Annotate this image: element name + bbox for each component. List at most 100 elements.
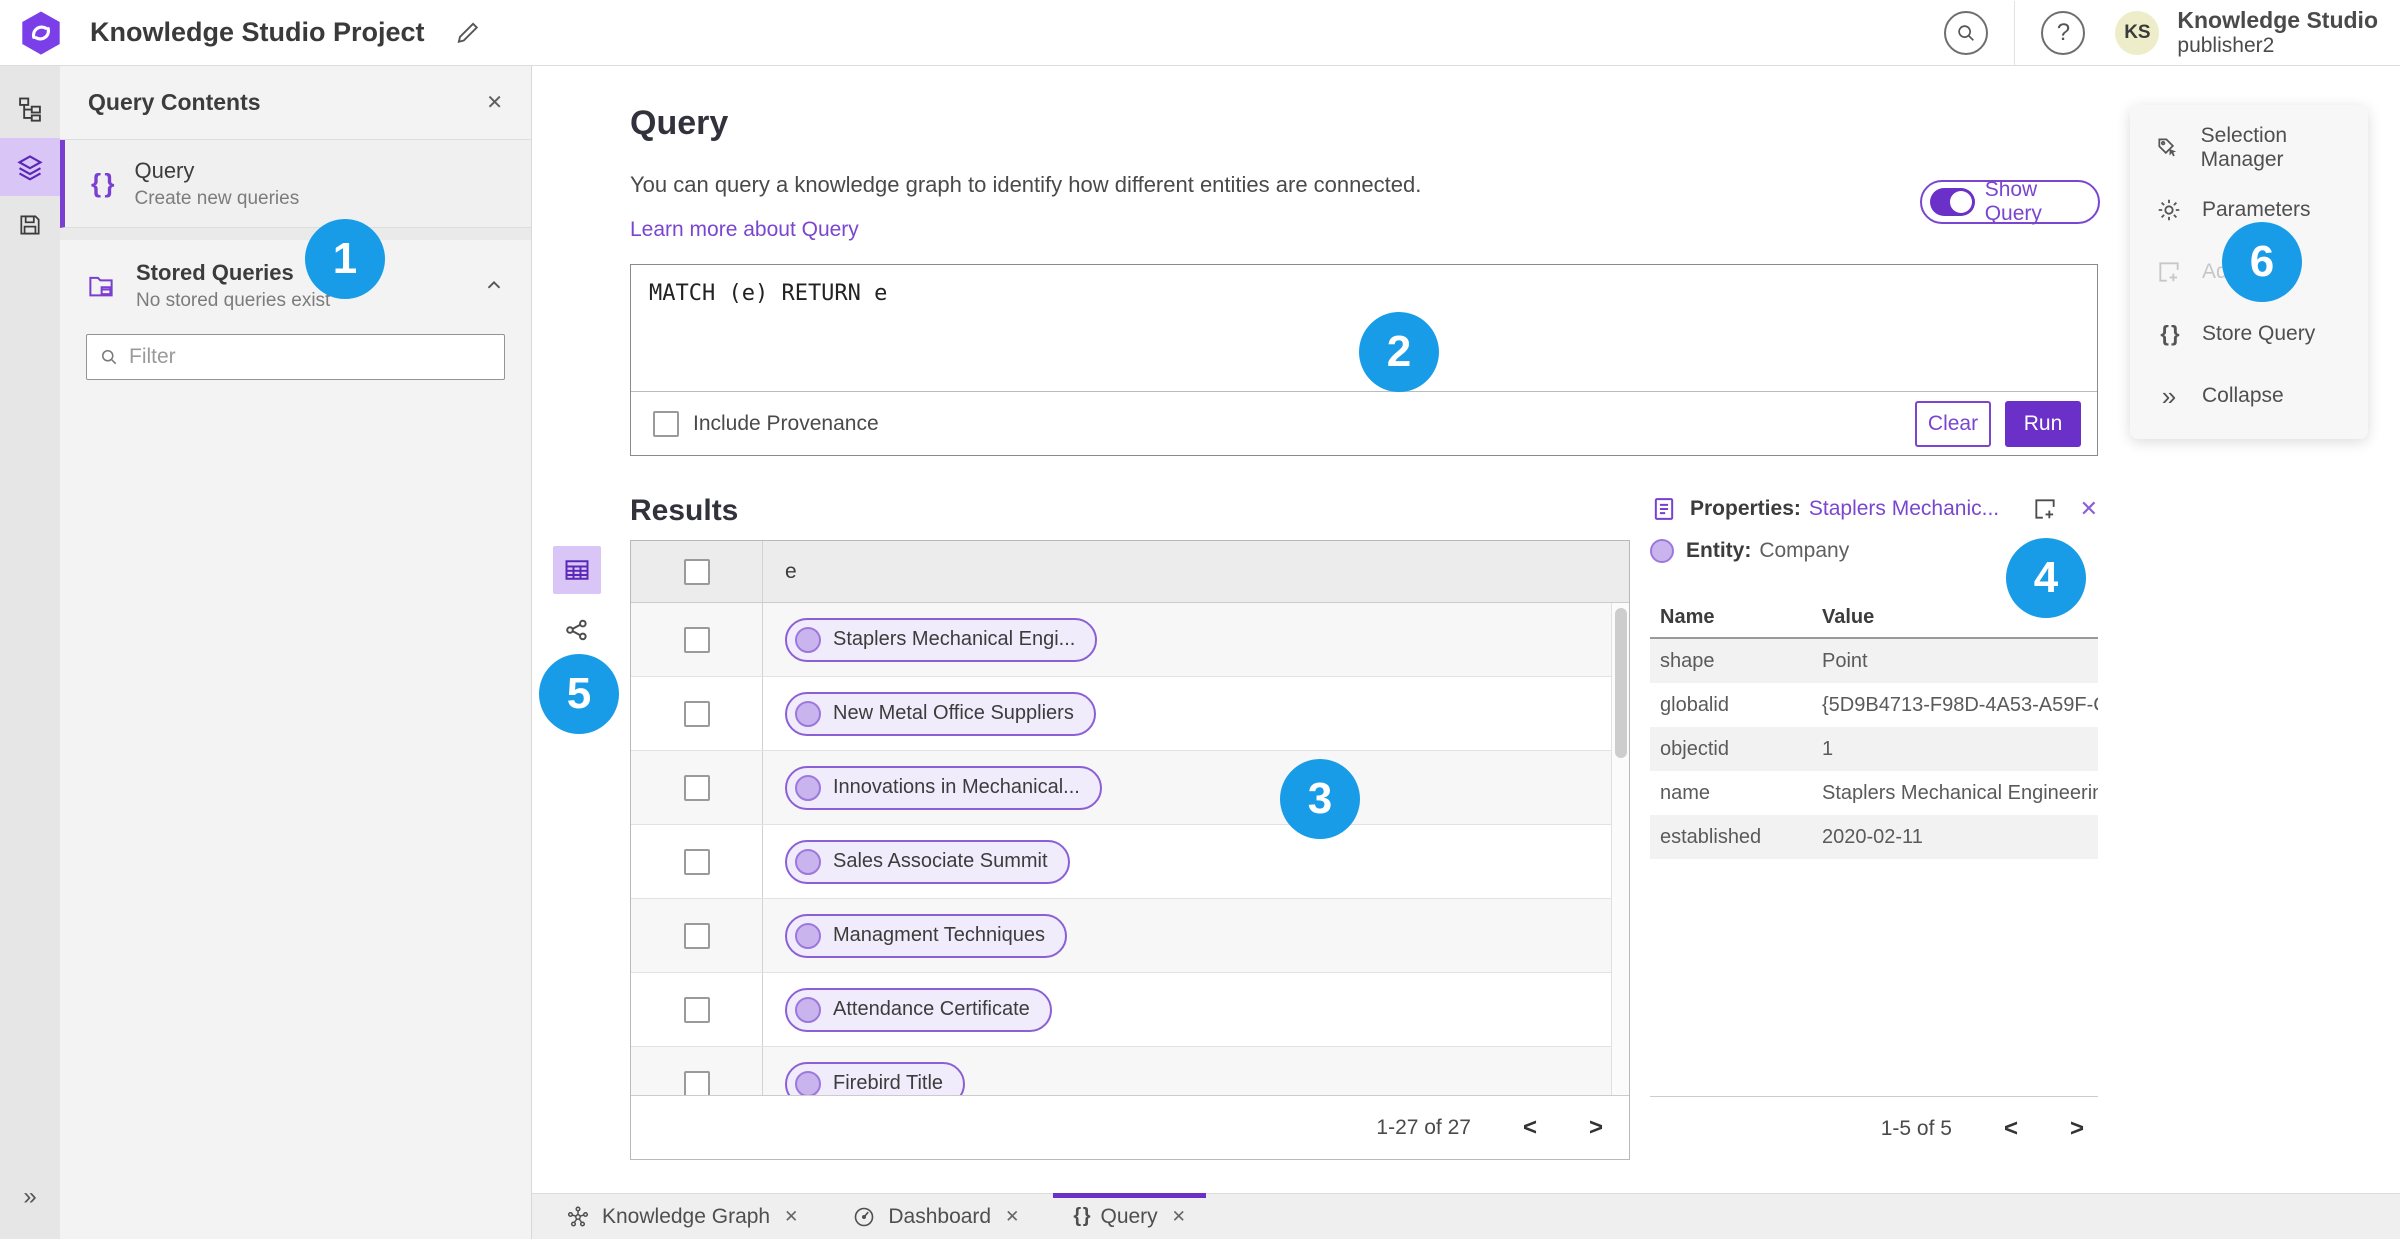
row-checkbox[interactable]: [683, 700, 710, 727]
property-row[interactable]: globalid {5D9B4713-F98D-4A53-A59F-C11...: [1650, 683, 2098, 727]
entity-label: Managment Techniques: [833, 924, 1045, 946]
gauge-icon: [852, 1205, 876, 1229]
table-row[interactable]: Attendance Certificate: [631, 973, 1629, 1047]
tab-knowledge-graph[interactable]: Knowledge Graph ✕: [546, 1194, 818, 1239]
properties-close-icon[interactable]: ✕: [2080, 496, 2098, 522]
show-query-toggle[interactable]: Show Query: [1920, 178, 2100, 225]
top-bar: Knowledge Studio Project ? KS Knowledge …: [0, 0, 2400, 66]
help-glyph: ?: [2056, 18, 2071, 46]
entity-label: Sales Associate Summit: [833, 850, 1048, 872]
tab-close-icon[interactable]: ✕: [1172, 1207, 1186, 1227]
annotation-badge-6: 6: [2222, 222, 2302, 302]
braces-icon: { }: [91, 168, 115, 198]
add-to-selection-icon[interactable]: [2032, 496, 2058, 522]
toggle-switch[interactable]: [1930, 188, 1975, 216]
tab-close-icon[interactable]: ✕: [1005, 1207, 1019, 1227]
results-next-button[interactable]: >: [1589, 1114, 1603, 1142]
run-button[interactable]: Run: [2005, 400, 2081, 447]
entity-dot-icon: [795, 774, 821, 801]
row-checkbox[interactable]: [683, 996, 710, 1023]
annotation-badge-1: 1: [305, 219, 385, 299]
sidebar-item-stored-queries[interactable]: Stored Queries No stored queries exist: [60, 240, 531, 332]
select-all-checkbox[interactable]: [683, 558, 710, 585]
entity-pill[interactable]: Sales Associate Summit: [785, 839, 1070, 884]
properties-entity-link[interactable]: Staplers Mechanic...: [1809, 497, 1999, 521]
property-row[interactable]: name Staplers Mechanical Engineering: [1650, 771, 2098, 815]
filter-search-icon: [99, 347, 119, 367]
properties-doc-icon: [1650, 495, 1678, 523]
scrollbar-thumb[interactable]: [1615, 608, 1627, 758]
entity-pill[interactable]: Attendance Certificate: [785, 987, 1052, 1032]
search-button[interactable]: [1944, 10, 1989, 55]
filter-field[interactable]: [86, 334, 505, 380]
property-row[interactable]: established 2020-02-11: [1650, 815, 2098, 859]
row-checkbox[interactable]: [683, 1070, 710, 1095]
properties-table: Name Value shape Point globalid {5D9B471…: [1650, 597, 2098, 859]
properties-next-button[interactable]: >: [2070, 1115, 2084, 1143]
tab-query[interactable]: { } Query ✕: [1053, 1193, 1206, 1239]
filter-input[interactable]: [129, 345, 492, 369]
rail-expand-button[interactable]: »: [23, 1183, 36, 1211]
bottom-tab-bar: Knowledge Graph ✕ Dashboard ✕ { } Query …: [532, 1193, 2400, 1239]
entity-label: Attendance Certificate: [833, 998, 1030, 1020]
query-item-title: Query: [134, 157, 195, 183]
property-row[interactable]: objectid 1: [1650, 727, 2098, 771]
panel-close-icon[interactable]: ✕: [486, 90, 503, 115]
query-description: You can query a knowledge graph to ident…: [630, 172, 1422, 197]
table-row[interactable]: Sales Associate Summit: [631, 825, 1629, 899]
user-menu[interactable]: Knowledge Studio publisher2: [2177, 7, 2378, 56]
property-value: 1: [1822, 737, 1834, 760]
table-view-button[interactable]: [553, 546, 601, 594]
rail-save-button[interactable]: [0, 196, 60, 254]
row-checkbox[interactable]: [683, 848, 710, 875]
properties-prev-button[interactable]: <: [2004, 1115, 2018, 1143]
rail-hierarchy-button[interactable]: [0, 80, 60, 138]
property-row[interactable]: shape Point: [1650, 639, 2098, 683]
clear-button[interactable]: Clear: [1915, 400, 1991, 447]
include-provenance-checkbox[interactable]: [653, 410, 679, 437]
row-checkbox[interactable]: [683, 922, 710, 949]
entity-dot-icon: [795, 700, 821, 727]
property-name: established: [1660, 825, 1762, 848]
entity-pill[interactable]: Innovations in Mechanical...: [785, 765, 1102, 810]
row-checkbox[interactable]: [683, 626, 710, 653]
collapse-button[interactable]: » Collapse: [2130, 365, 2368, 427]
table-row[interactable]: Innovations in Mechanical...: [631, 751, 1629, 825]
table-row[interactable]: Firebird Title: [631, 1047, 1629, 1095]
add-frame-icon: [2154, 259, 2184, 285]
rail-layers-button[interactable]: [0, 138, 60, 196]
entity-dot-icon: [795, 1070, 821, 1095]
entity-pill[interactable]: Managment Techniques: [785, 913, 1067, 958]
entity-label: New Metal Office Suppliers: [833, 702, 1074, 724]
graph-view-button[interactable]: [563, 616, 591, 644]
selection-manager-button[interactable]: Selection Manager: [2130, 117, 2368, 179]
tab-dashboard[interactable]: Dashboard ✕: [832, 1194, 1039, 1239]
results-scrollbar[interactable]: [1611, 603, 1629, 1095]
entity-dot-icon: [795, 996, 821, 1023]
table-row[interactable]: Staplers Mechanical Engi...: [631, 603, 1629, 677]
edit-title-icon[interactable]: [453, 19, 481, 47]
table-row[interactable]: New Metal Office Suppliers: [631, 677, 1629, 751]
properties-header: Properties: Staplers Mechanic... ✕: [1650, 495, 2098, 523]
avatar[interactable]: KS: [2115, 10, 2160, 55]
learn-more-link[interactable]: Learn more about Query: [630, 218, 859, 242]
entity-pill[interactable]: Firebird Title: [785, 1061, 966, 1095]
properties-pagination: 1-5 of 5 < >: [1650, 1096, 2098, 1160]
sidebar-item-query[interactable]: { } Query Create new queries: [60, 140, 531, 228]
results-header-row: e: [631, 541, 1629, 603]
row-checkbox[interactable]: [683, 774, 710, 801]
property-name: globalid: [1660, 693, 1729, 716]
entity-pill[interactable]: New Metal Office Suppliers: [785, 691, 1096, 736]
tab-close-icon[interactable]: ✕: [784, 1207, 798, 1227]
results-prev-button[interactable]: <: [1523, 1114, 1537, 1142]
results-table: e Staplers Mechanical Engi... New Metal …: [630, 540, 1630, 1160]
store-query-button[interactable]: { } Store Query: [2130, 303, 2368, 365]
table-row[interactable]: Managment Techniques: [631, 899, 1629, 973]
include-provenance-label: Include Provenance: [693, 411, 879, 435]
query-editor-footer: Include Provenance Clear Run: [631, 391, 2097, 455]
chevron-up-icon[interactable]: [483, 275, 505, 297]
help-button[interactable]: ?: [2041, 10, 2086, 55]
toggle-label: Show Query: [1984, 178, 2042, 225]
entity-pill[interactable]: Staplers Mechanical Engi...: [785, 617, 1098, 662]
entity-type-value: Company: [1759, 539, 1850, 562]
